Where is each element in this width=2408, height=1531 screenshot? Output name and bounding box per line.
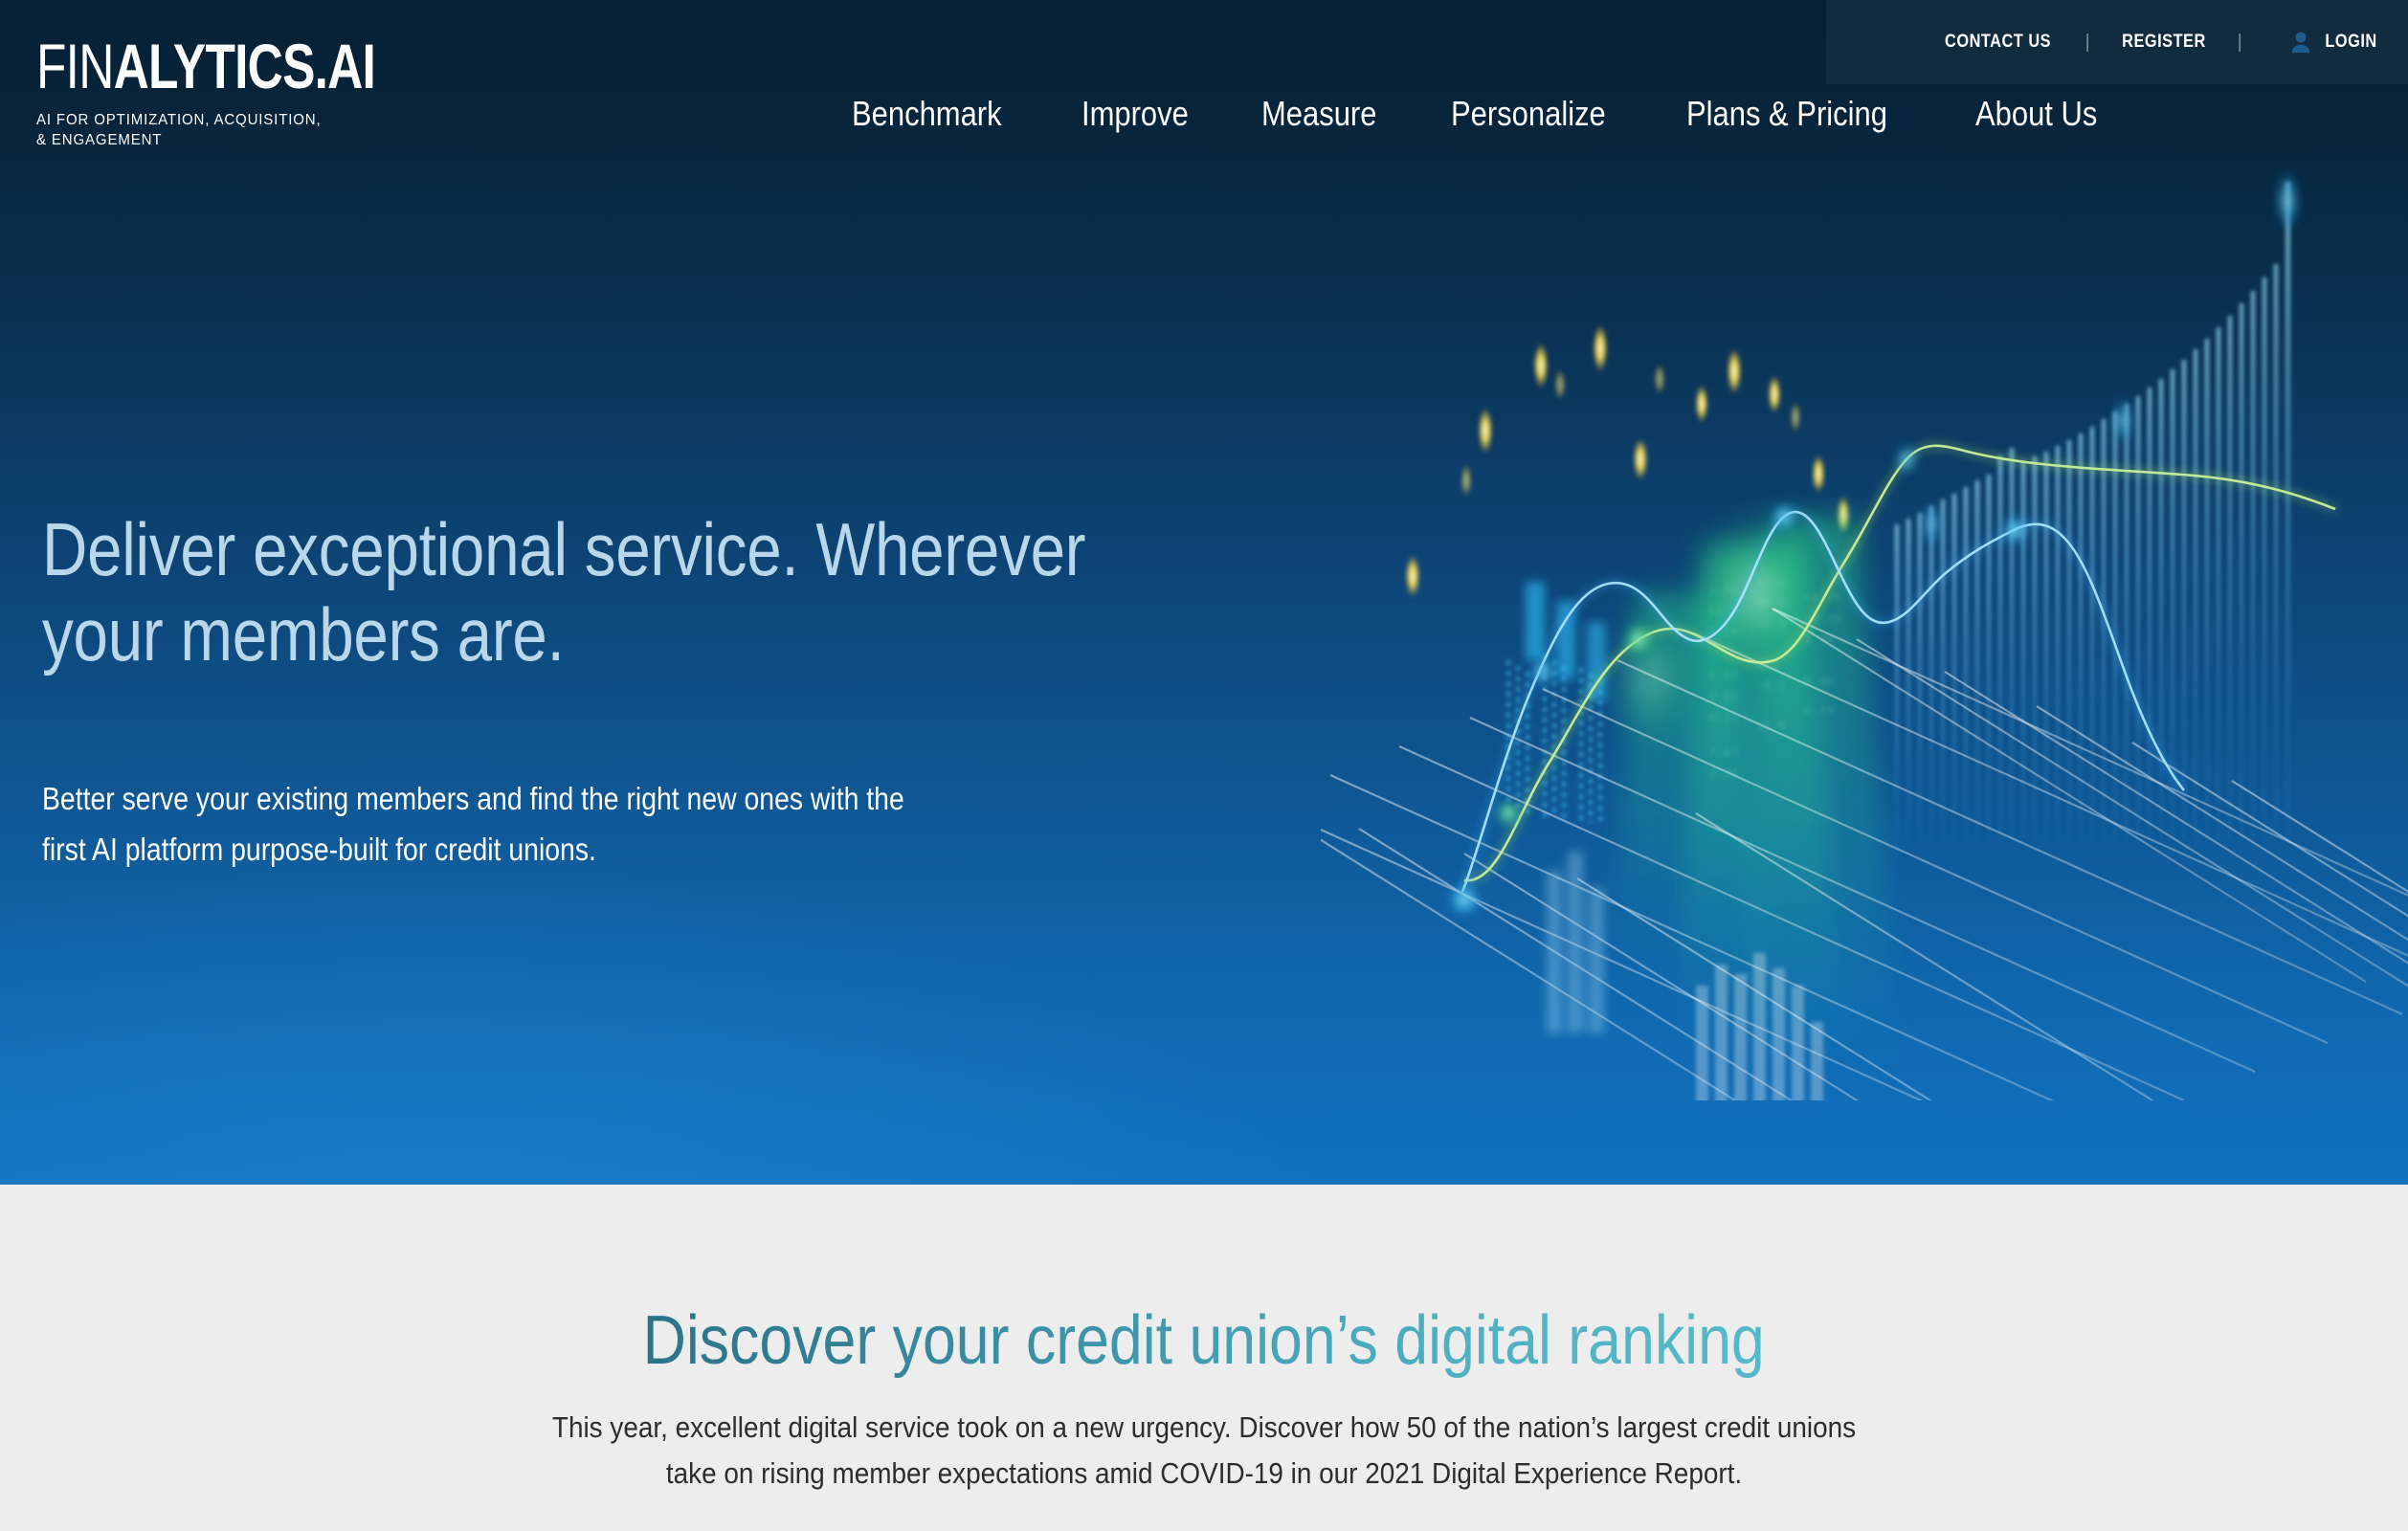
contact-us-link[interactable]: CONTACT US: [1945, 32, 2051, 53]
cyan-trend-line: [1446, 501, 2186, 918]
utility-separator-2: |: [2237, 31, 2242, 53]
histogram-bars: [1895, 168, 2300, 840]
svg-text:+2.9: +2.9: [1756, 617, 1786, 632]
nav-item-benchmark[interactable]: Benchmark: [852, 94, 1002, 134]
svg-text:+9.2%: +9.2%: [1804, 590, 1841, 605]
svg-text:+1.2: +1.2: [1756, 575, 1786, 589]
svg-text:1.56: 1.56: [1708, 583, 1738, 597]
data-stream-glyphs: 1.56 11.2 8.24 1.07 9.82 4.11 7.03 2.20 +1.2…: [1708, 575, 1841, 781]
cyan-blocks: [1526, 582, 1606, 700]
svg-text:0.4%: 0.4%: [1804, 675, 1834, 689]
logo-tagline: AI FOR OPTIMIZATION, ACQUISITION, & ENGA…: [36, 112, 322, 149]
utility-separator-1: |: [2085, 31, 2090, 53]
logo-wordmark: FINALYTICS.AI: [36, 34, 376, 98]
register-link[interactable]: REGISTER: [2122, 32, 2206, 53]
svg-text:2.3%: 2.3%: [1804, 632, 1834, 647]
login-link[interactable]: LOGIN: [2325, 32, 2376, 53]
ranking-body: This year, excellent digital service too…: [551, 1409, 1857, 1490]
svg-text:11.0: 11.0: [1756, 719, 1786, 733]
person-icon: [2290, 31, 2311, 54]
foreground-bars-left: [1547, 852, 1604, 1033]
nav-item-about-us[interactable]: About Us: [1975, 94, 2097, 134]
login-group[interactable]: LOGIN: [2290, 31, 2381, 54]
hero-subtext: Better serve your existing members and f…: [42, 780, 904, 868]
svg-text:-0.2%: -0.2%: [1804, 611, 1841, 626]
svg-text:2.20: 2.20: [1708, 766, 1738, 781]
perspective-grid: [1321, 607, 2408, 1100]
svg-text:11.2: 11.2: [1708, 604, 1738, 618]
svg-text:40.2: 40.2: [1756, 596, 1786, 610]
utility-bar: CONTACT US | REGISTER | LOGIN: [1826, 0, 2408, 84]
hero-heading: Deliver exceptional service. Wherever yo…: [42, 507, 1086, 677]
logo-suffix: ALYTICS.AI: [113, 31, 376, 101]
hero-copy: Deliver exceptional service. Wherever yo…: [42, 507, 1286, 876]
nav-item-improve[interactable]: Improve: [1081, 94, 1189, 134]
svg-text:1.07: 1.07: [1708, 669, 1738, 683]
nav-item-measure[interactable]: Measure: [1261, 94, 1376, 134]
svg-text:0.1%: 0.1%: [1804, 703, 1834, 718]
nav-item-personalize[interactable]: Personalize: [1451, 94, 1606, 134]
foreground-bars: [1696, 953, 1823, 1100]
svg-text:4.11: 4.11: [1708, 711, 1738, 725]
green-trend-line: [1463, 443, 2336, 883]
site-logo[interactable]: FINALYTICS.AI AI FOR OPTIMIZATION, ACQUI…: [36, 34, 471, 151]
dashed-data-columns: [1506, 655, 1602, 823]
hero-analytics-graphic: 1.56 11.2 8.24 1.07 9.82 4.11 7.03 2.20 +1.2…: [1321, 144, 2408, 1100]
svg-text:9.82: 9.82: [1708, 690, 1738, 704]
main-navigation: Benchmark Improve Measure Personalize Pl…: [852, 94, 2117, 134]
hero-section: 1.56 11.2 8.24 1.07 9.82 4.11 7.03 2.20 +1.2…: [0, 0, 2408, 1185]
svg-text:-8.1: -8.1: [1756, 678, 1786, 693]
nav-item-plans-pricing[interactable]: Plans & Pricing: [1686, 94, 1887, 134]
svg-text:7.03: 7.03: [1708, 745, 1738, 760]
ranking-section: Discover your credit union’s digital ran…: [0, 1185, 2408, 1531]
logo-prefix: FIN: [36, 31, 114, 101]
candlestick-markers: [1376, 258, 1850, 813]
svg-text:403: 403: [1756, 657, 1778, 672]
green-data-streams: [1607, 507, 1903, 1081]
ranking-heading: Discover your credit union’s digital ran…: [642, 1302, 1766, 1379]
svg-text:8.24: 8.24: [1708, 625, 1738, 639]
